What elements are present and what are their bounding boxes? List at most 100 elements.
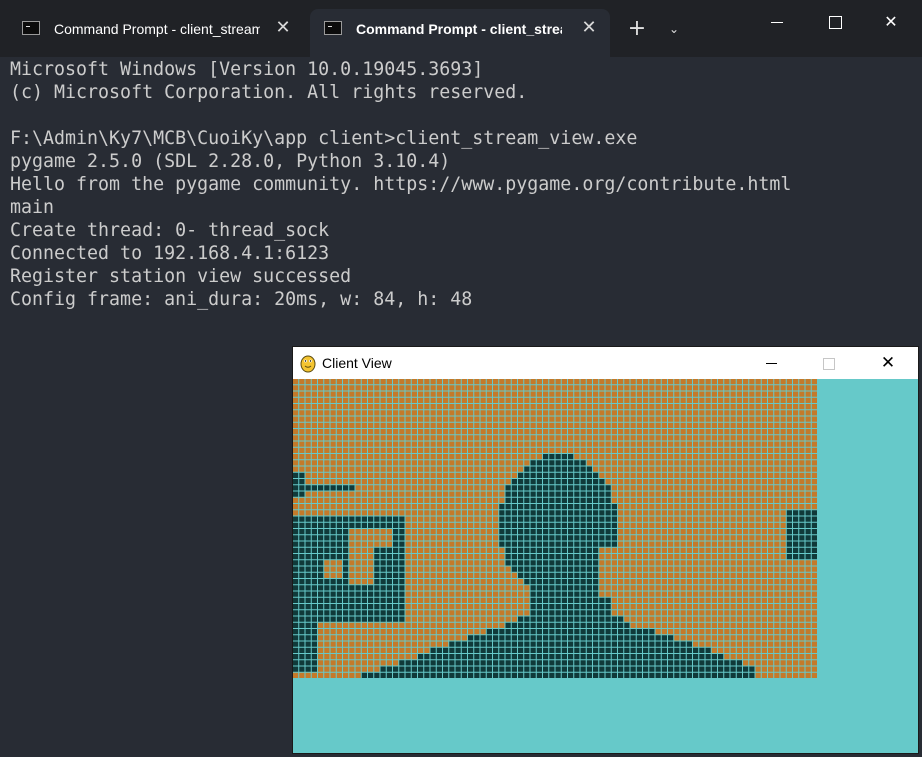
- frame-pixel: [411, 510, 417, 516]
- frame-pixel: [549, 597, 555, 603]
- frame-pixel: [361, 397, 367, 403]
- frame-pixel: [305, 529, 311, 535]
- frame-pixel: [405, 535, 411, 541]
- frame-pixel: [324, 422, 330, 428]
- frame-pixel: [349, 597, 355, 603]
- frame-pixel: [299, 497, 305, 503]
- frame-pixel: [405, 516, 411, 522]
- frame-pixel: [686, 566, 692, 572]
- tab-command-prompt-2[interactable]: Command Prompt - client_stream_view.exe …: [310, 9, 610, 57]
- frame-pixel: [505, 510, 511, 516]
- frame-pixel: [736, 635, 742, 641]
- chevron-down-icon[interactable]: ⌄: [662, 16, 686, 42]
- frame-pixel: [661, 654, 667, 660]
- frame-pixel: [318, 616, 324, 622]
- frame-pixel: [336, 510, 342, 516]
- frame-pixel: [511, 660, 517, 666]
- frame-pixel: [530, 491, 536, 497]
- frame-pixel: [668, 522, 674, 528]
- frame-pixel: [680, 547, 686, 553]
- frame-pixel: [474, 485, 480, 491]
- frame-pixel: [474, 654, 480, 660]
- frame-pixel: [443, 647, 449, 653]
- frame-pixel: [336, 447, 342, 453]
- frame-pixel: [543, 547, 549, 553]
- frame-pixel: [530, 585, 536, 591]
- frame-pixel: [811, 379, 817, 385]
- frame-pixel: [593, 610, 599, 616]
- frame-pixel: [768, 397, 774, 403]
- close-icon[interactable]: ✕: [578, 17, 600, 39]
- frame-pixel: [786, 572, 792, 578]
- frame-pixel: [561, 504, 567, 510]
- frame-pixel: [511, 672, 517, 678]
- frame-pixel: [480, 416, 486, 422]
- maximize-button[interactable]: [812, 8, 858, 36]
- frame-pixel: [530, 454, 536, 460]
- plus-icon[interactable]: +: [624, 16, 650, 42]
- frame-pixel: [499, 647, 505, 653]
- frame-pixel: [449, 610, 455, 616]
- frame-pixel: [330, 560, 336, 566]
- frame-pixel: [461, 654, 467, 660]
- frame-pixel: [605, 410, 611, 416]
- frame-pixel: [418, 572, 424, 578]
- frame-pixel: [699, 479, 705, 485]
- frame-pixel: [499, 491, 505, 497]
- minimize-button[interactable]: [754, 8, 800, 36]
- frame-pixel: [311, 479, 317, 485]
- frame-pixel: [555, 479, 561, 485]
- frame-pixel: [768, 635, 774, 641]
- frame-pixel: [661, 454, 667, 460]
- frame-pixel: [468, 391, 474, 397]
- frame-pixel: [361, 654, 367, 660]
- frame-pixel: [293, 479, 299, 485]
- close-window-button[interactable]: ✕: [868, 8, 914, 36]
- frame-pixel: [449, 422, 455, 428]
- frame-pixel: [618, 641, 624, 647]
- frame-pixel: [636, 579, 642, 585]
- frame-pixel: [630, 472, 636, 478]
- frame-pixel: [368, 660, 374, 666]
- frame-pixel: [305, 610, 311, 616]
- frame-pixel: [699, 660, 705, 666]
- frame-pixel: [399, 522, 405, 528]
- frame-pixel: [455, 391, 461, 397]
- client-view-minimize-button[interactable]: [742, 347, 800, 379]
- frame-pixel: [561, 497, 567, 503]
- frame-pixel: [574, 447, 580, 453]
- close-icon[interactable]: ✕: [272, 17, 294, 39]
- frame-pixel: [780, 466, 786, 472]
- frame-pixel: [293, 422, 299, 428]
- frame-pixel: [455, 422, 461, 428]
- frame-pixel: [311, 597, 317, 603]
- frame-pixel: [568, 510, 574, 516]
- frame-pixel: [430, 672, 436, 678]
- frame-pixel: [755, 516, 761, 522]
- frame-pixel: [743, 622, 749, 628]
- frame-pixel: [743, 510, 749, 516]
- frame-pixel: [730, 604, 736, 610]
- frame-pixel: [793, 647, 799, 653]
- frame-pixel: [449, 541, 455, 547]
- frame-pixel: [793, 597, 799, 603]
- client-view-close-button[interactable]: ✕: [859, 347, 917, 379]
- frame-pixel: [605, 491, 611, 497]
- frame-pixel: [624, 647, 630, 653]
- frame-pixel: [543, 410, 549, 416]
- frame-pixel: [661, 622, 667, 628]
- frame-pixel: [555, 566, 561, 572]
- client-view-window[interactable]: Client View ✕: [293, 347, 918, 753]
- frame-pixel: [549, 385, 555, 391]
- frame-pixel: [799, 447, 805, 453]
- frame-pixel: [499, 435, 505, 441]
- frame-pixel: [530, 460, 536, 466]
- frame-pixel: [324, 397, 330, 403]
- frame-pixel: [518, 510, 524, 516]
- frame-pixel: [736, 510, 742, 516]
- frame-pixel: [374, 566, 380, 572]
- tab-command-prompt-1[interactable]: Command Prompt - client_stream_view.exe …: [8, 9, 304, 49]
- client-view-titlebar[interactable]: Client View ✕: [293, 347, 918, 379]
- frame-pixel: [299, 647, 305, 653]
- frame-pixel: [768, 610, 774, 616]
